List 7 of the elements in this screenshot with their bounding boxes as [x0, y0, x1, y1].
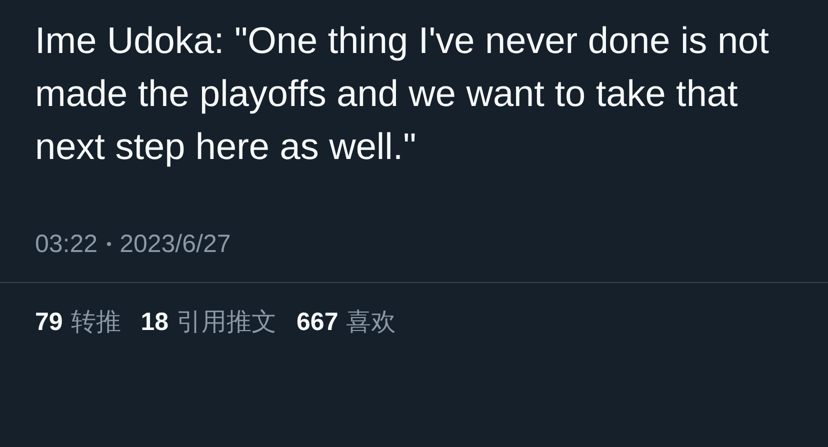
separator-dot: [106, 242, 111, 246]
tweet-time[interactable]: 03:22: [35, 229, 98, 259]
tweet-text: Ime Udoka: "One thing I've never done is not made the playoffs and we want to take that next step here as well.": [35, 19, 770, 169]
stat-link[interactable]: 667 喜欢: [296, 307, 396, 337]
stat-link[interactable]: 79 转推: [35, 307, 121, 337]
stat-link[interactable]: 18 引用推文: [140, 307, 277, 337]
tweet-date: 2023/6/27: [120, 229, 231, 259]
